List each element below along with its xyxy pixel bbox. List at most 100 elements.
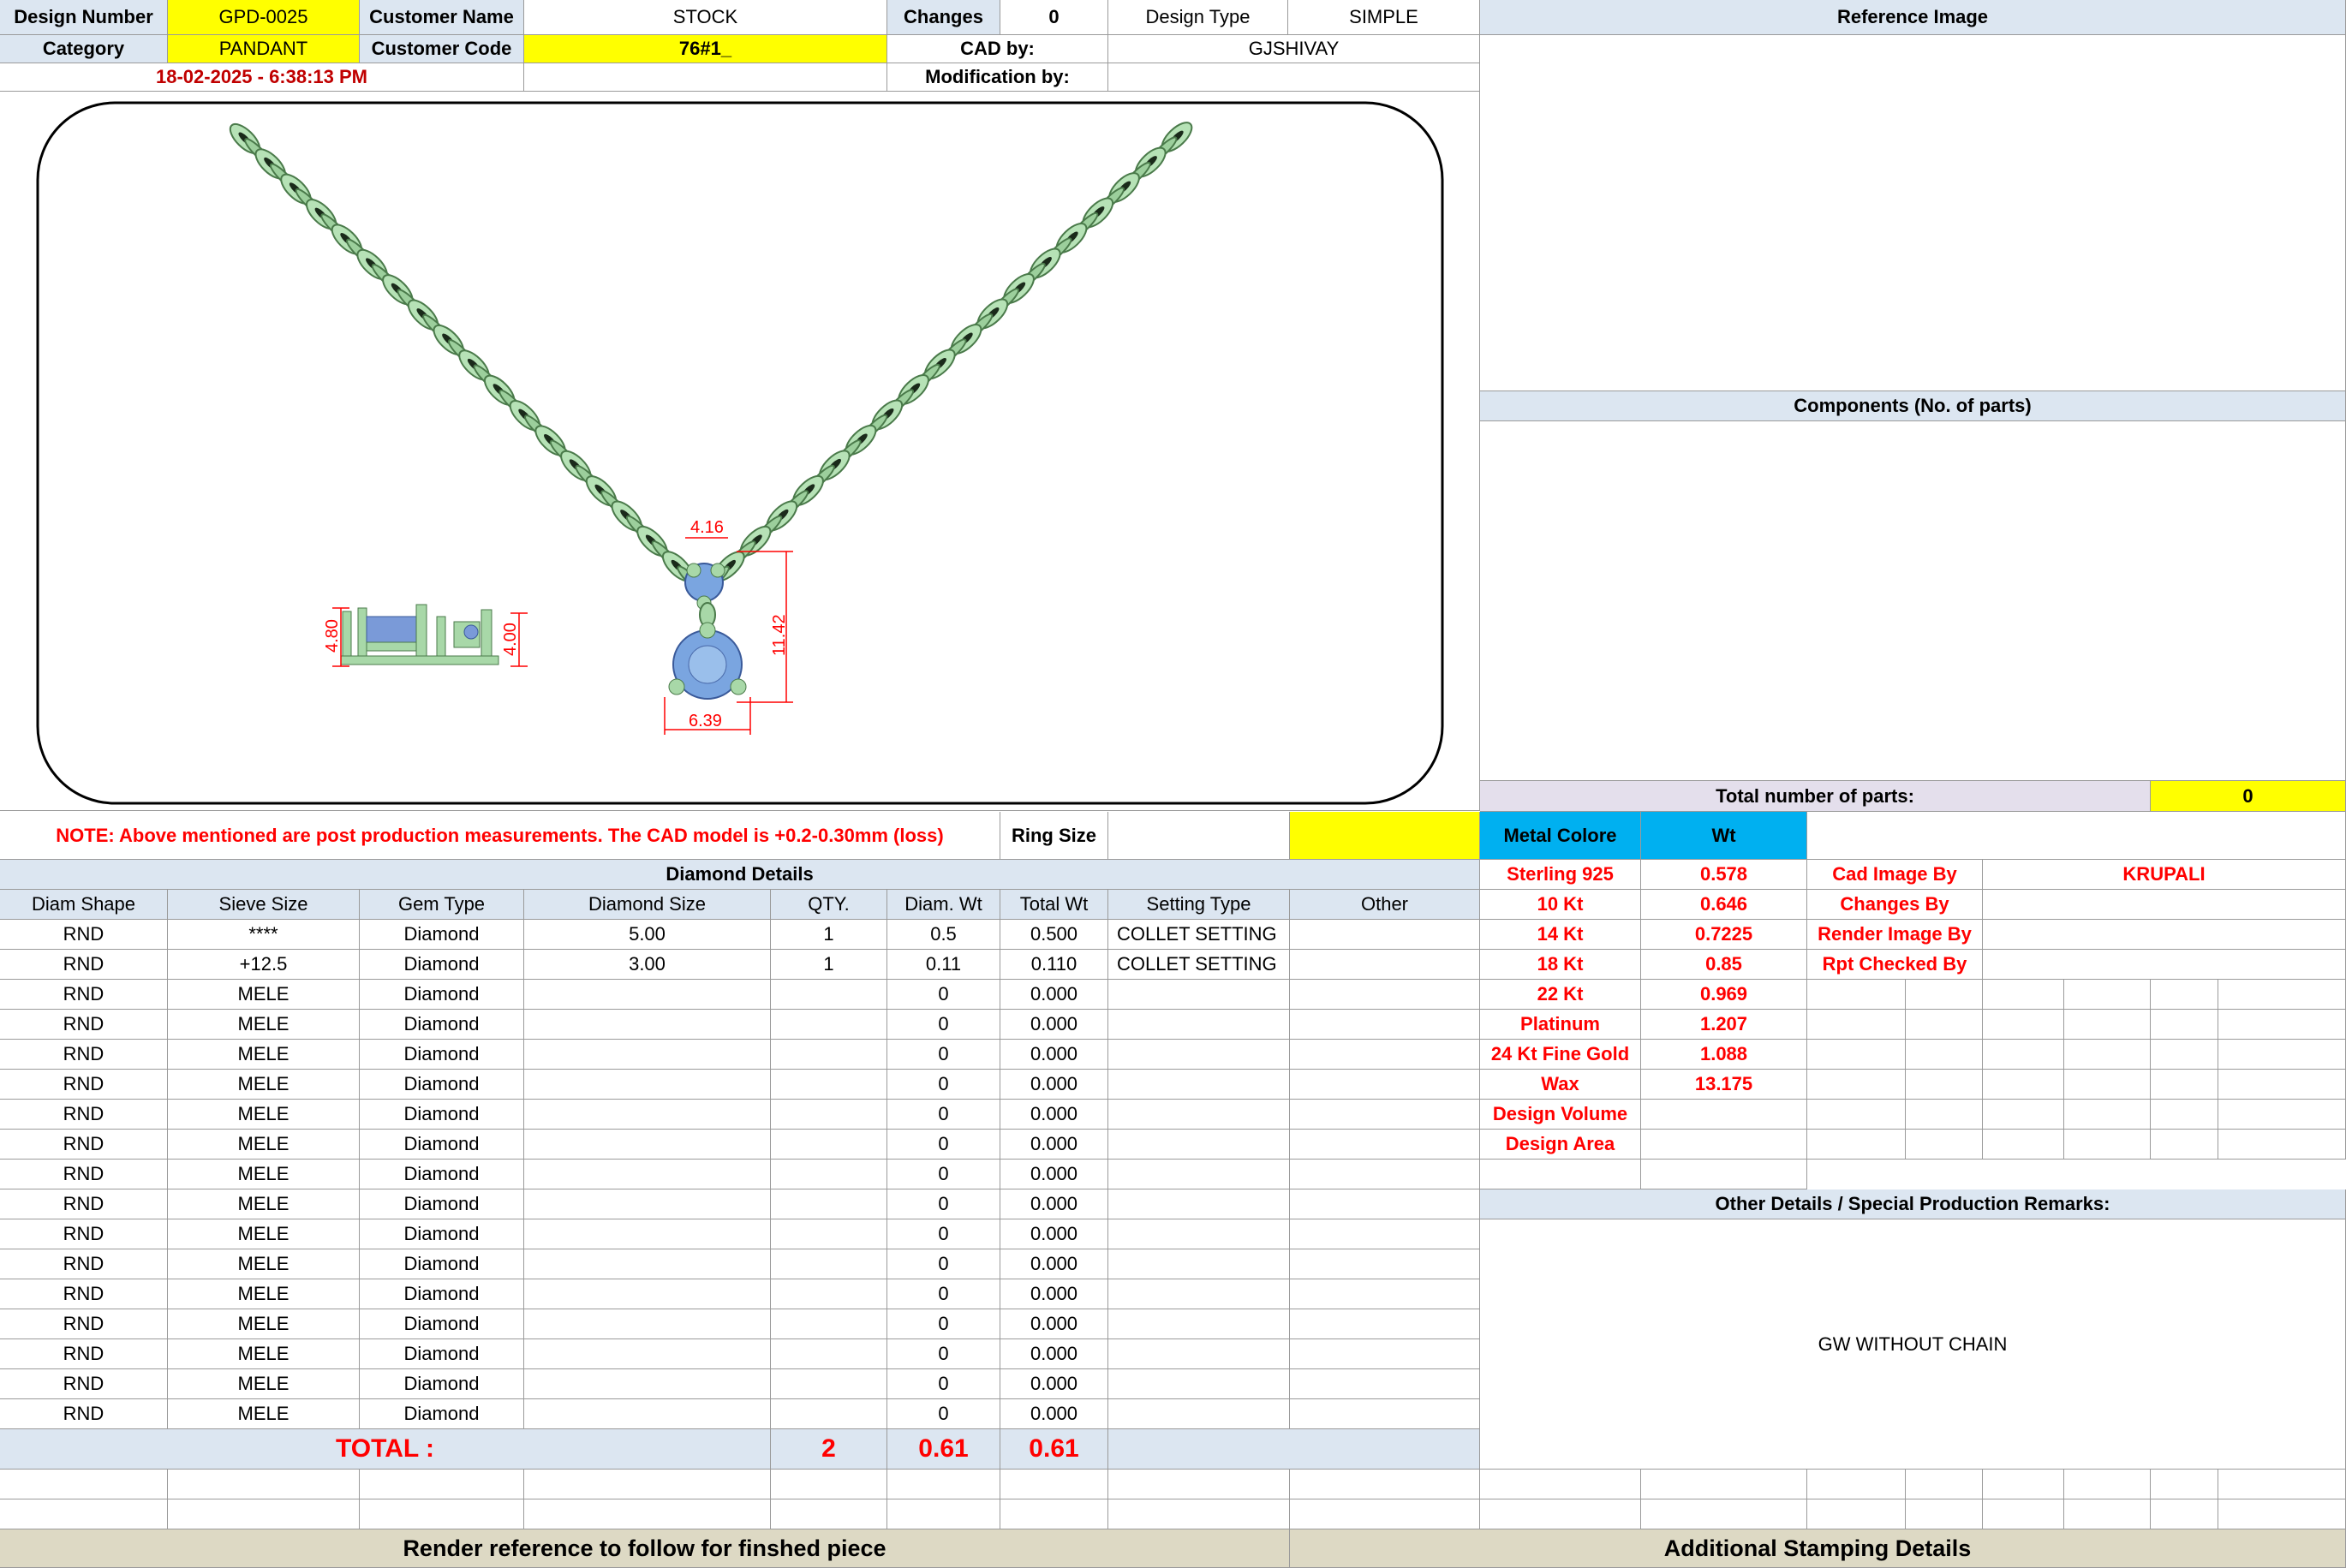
diamond-row-2-diamond-size[interactable]: 3.00 [524,950,771,980]
diamond-row-10-sieve-size[interactable]: MELE [168,1189,360,1219]
diamond-row-17-diamond-size[interactable] [524,1399,771,1429]
diamond-row-11-diam-wt[interactable]: 0 [887,1219,1000,1249]
diamond-row-9-total-wt[interactable]: 0.000 [1000,1160,1108,1189]
diamond-row-12-diam-wt[interactable]: 0 [887,1249,1000,1279]
diamond-row-13-other[interactable] [1290,1279,1480,1309]
diamond-row-7-gem-type[interactable]: Diamond [360,1100,524,1130]
diamond-row-9-diam-shape[interactable]: RND [0,1160,168,1189]
diamond-row-9-diam-wt[interactable]: 0 [887,1160,1000,1189]
metal-wt-5[interactable]: 0.969 [1641,980,1807,1010]
diamond-row-13-total-wt[interactable]: 0.000 [1000,1279,1108,1309]
diamond-row-14-setting-type[interactable] [1108,1309,1290,1339]
diamond-row-1-qty[interactable]: 1 [771,920,887,950]
diamond-row-15-qty[interactable] [771,1339,887,1369]
diamond-row-2-qty[interactable]: 1 [771,950,887,980]
diamond-row-16-diam-wt[interactable]: 0 [887,1369,1000,1399]
diamond-row-6-sieve-size[interactable]: MELE [168,1070,360,1100]
diamond-row-7-sieve-size[interactable]: MELE [168,1100,360,1130]
diamond-row-1-diamond-size[interactable]: 5.00 [524,920,771,950]
diamond-row-8-qty[interactable] [771,1130,887,1160]
diamond-row-2-other[interactable] [1290,950,1480,980]
metal-wt-1[interactable]: 0.578 [1641,860,1807,890]
diamond-row-14-diam-shape[interactable]: RND [0,1309,168,1339]
diamond-row-16-other[interactable] [1290,1369,1480,1399]
diamond-row-3-gem-type[interactable]: Diamond [360,980,524,1010]
diamond-row-6-diam-wt[interactable]: 0 [887,1070,1000,1100]
diamond-row-16-sieve-size[interactable]: MELE [168,1369,360,1399]
metal-wt-4[interactable]: 0.85 [1641,950,1807,980]
diamond-row-14-sieve-size[interactable]: MELE [168,1309,360,1339]
diamond-row-10-setting-type[interactable] [1108,1189,1290,1219]
diamond-row-13-sieve-size[interactable]: MELE [168,1279,360,1309]
diamond-row-1-diam-shape[interactable]: RND [0,920,168,950]
customer-name-value[interactable]: STOCK [524,0,887,35]
metal-wt-10[interactable] [1641,1130,1807,1160]
diamond-row-6-gem-type[interactable]: Diamond [360,1070,524,1100]
diamond-row-6-diamond-size[interactable] [524,1070,771,1100]
diamond-row-3-qty[interactable] [771,980,887,1010]
diamond-row-14-diam-wt[interactable]: 0 [887,1309,1000,1339]
diamond-row-15-sieve-size[interactable]: MELE [168,1339,360,1369]
diamond-row-16-setting-type[interactable] [1108,1369,1290,1399]
diamond-row-13-qty[interactable] [771,1279,887,1309]
diamond-row-12-sieve-size[interactable]: MELE [168,1249,360,1279]
diamond-row-13-diamond-size[interactable] [524,1279,771,1309]
diamond-row-17-sieve-size[interactable]: MELE [168,1399,360,1429]
diamond-row-12-total-wt[interactable]: 0.000 [1000,1249,1108,1279]
diamond-row-9-sieve-size[interactable]: MELE [168,1160,360,1189]
diamond-row-6-other[interactable] [1290,1070,1480,1100]
diamond-row-5-diam-shape[interactable]: RND [0,1040,168,1070]
diamond-row-15-diamond-size[interactable] [524,1339,771,1369]
diamond-row-7-setting-type[interactable] [1108,1100,1290,1130]
diamond-row-8-total-wt[interactable]: 0.000 [1000,1130,1108,1160]
diamond-row-5-diamond-size[interactable] [524,1040,771,1070]
metal-wt-2[interactable]: 0.646 [1641,890,1807,920]
metal-wt-7[interactable]: 1.088 [1641,1040,1807,1070]
diamond-row-8-setting-type[interactable] [1108,1130,1290,1160]
render-image-by-value[interactable] [1983,920,2346,950]
metal-wt-3[interactable]: 0.7225 [1641,920,1807,950]
diamond-row-13-setting-type[interactable] [1108,1279,1290,1309]
diamond-row-12-gem-type[interactable]: Diamond [360,1249,524,1279]
diamond-row-6-qty[interactable] [771,1070,887,1100]
diamond-row-10-diamond-size[interactable] [524,1189,771,1219]
diamond-row-1-diam-wt[interactable]: 0.5 [887,920,1000,950]
changes-value[interactable]: 0 [1000,0,1108,35]
diamond-row-7-qty[interactable] [771,1100,887,1130]
diamond-row-8-diamond-size[interactable] [524,1130,771,1160]
diamond-row-11-setting-type[interactable] [1108,1219,1290,1249]
metal-wt-6[interactable]: 1.207 [1641,1010,1807,1040]
diamond-row-11-diamond-size[interactable] [524,1219,771,1249]
diamond-row-11-total-wt[interactable]: 0.000 [1000,1219,1108,1249]
diamond-row-9-setting-type[interactable] [1108,1160,1290,1189]
ring-size-value[interactable] [1108,812,1290,860]
diamond-row-17-total-wt[interactable]: 0.000 [1000,1399,1108,1429]
diamond-row-11-sieve-size[interactable]: MELE [168,1219,360,1249]
rpt-checked-by-value[interactable] [1983,950,2346,980]
diamond-row-17-diam-shape[interactable]: RND [0,1399,168,1429]
diamond-row-11-diam-shape[interactable]: RND [0,1219,168,1249]
diamond-row-15-total-wt[interactable]: 0.000 [1000,1339,1108,1369]
remarks-value[interactable]: GW WITHOUT CHAIN [1480,1219,2346,1470]
diamond-row-14-diamond-size[interactable] [524,1309,771,1339]
diamond-row-1-setting-type[interactable]: COLLET SETTING [1108,920,1290,950]
diamond-row-5-sieve-size[interactable]: MELE [168,1040,360,1070]
diamond-row-6-total-wt[interactable]: 0.000 [1000,1070,1108,1100]
diamond-row-8-diam-wt[interactable]: 0 [887,1130,1000,1160]
diamond-row-16-total-wt[interactable]: 0.000 [1000,1369,1108,1399]
diamond-row-2-sieve-size[interactable]: +12.5 [168,950,360,980]
metal-wt-9[interactable] [1641,1100,1807,1130]
diamond-row-2-setting-type[interactable]: COLLET SETTING [1108,950,1290,980]
diamond-row-12-diamond-size[interactable] [524,1249,771,1279]
diamond-row-10-qty[interactable] [771,1189,887,1219]
diamond-row-4-diam-shape[interactable]: RND [0,1010,168,1040]
diamond-row-6-setting-type[interactable] [1108,1070,1290,1100]
diamond-row-12-qty[interactable] [771,1249,887,1279]
diamond-row-14-qty[interactable] [771,1309,887,1339]
diamond-row-14-gem-type[interactable]: Diamond [360,1309,524,1339]
diamond-row-3-sieve-size[interactable]: MELE [168,980,360,1010]
diamond-row-7-diam-shape[interactable]: RND [0,1100,168,1130]
customer-code-value[interactable]: 76#1_ [524,35,887,63]
diamond-row-5-qty[interactable] [771,1040,887,1070]
diamond-row-10-diam-shape[interactable]: RND [0,1189,168,1219]
